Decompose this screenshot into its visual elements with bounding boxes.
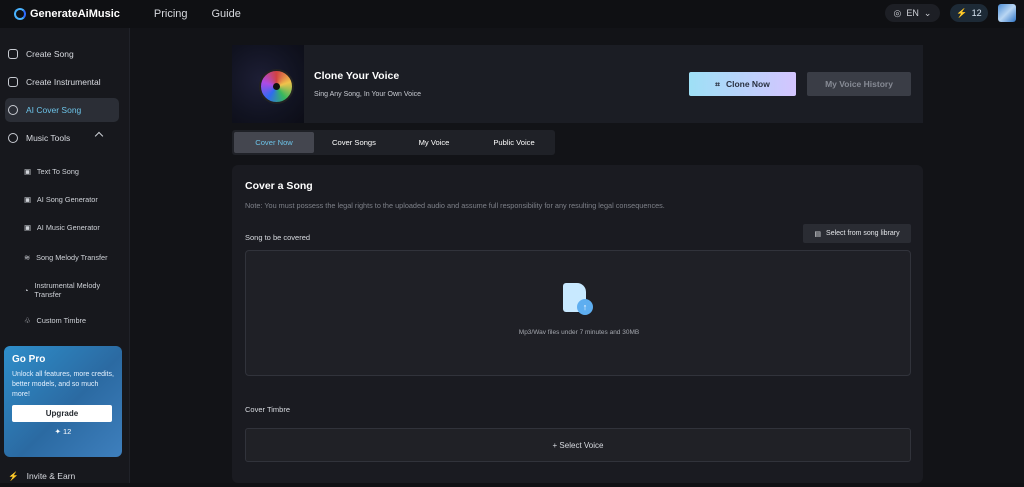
sidebar-item-label: Create Song bbox=[26, 49, 74, 59]
sidebar-item-ai-song-generator[interactable]: ▣ AI Song Generator bbox=[24, 188, 98, 210]
song-generator-icon: ▣ bbox=[24, 194, 31, 204]
instrument-icon bbox=[8, 77, 18, 87]
tab-public-voice[interactable]: Public Voice bbox=[474, 132, 554, 153]
music-note-icon bbox=[8, 49, 18, 59]
tab-cover-songs[interactable]: Cover Songs bbox=[314, 132, 394, 153]
sidebar-item-create-instrumental[interactable]: Create Instrumental bbox=[8, 71, 101, 93]
nav-pricing[interactable]: Pricing bbox=[154, 8, 188, 20]
avatar[interactable] bbox=[998, 4, 1016, 22]
vinyl-artwork bbox=[232, 45, 304, 123]
sidebar: Create Song Create Instrumental AI Cover… bbox=[0, 28, 130, 483]
lightning-icon: ⚡ bbox=[8, 470, 19, 481]
main-content: Clone Your Voice Sing Any Song, In Your … bbox=[130, 28, 1024, 483]
hero-title: Clone Your Voice bbox=[314, 70, 400, 82]
logo-icon bbox=[14, 8, 26, 20]
music-generator-icon: ▣ bbox=[24, 222, 31, 232]
sidebar-item-create-song[interactable]: Create Song bbox=[8, 43, 74, 65]
credit-count: 12 bbox=[971, 8, 982, 18]
chevron-down-icon: ⌄ bbox=[923, 7, 932, 18]
vinyl-disc-icon bbox=[259, 69, 294, 104]
sidebar-subitem-label: AI Music Generator bbox=[36, 222, 100, 232]
sidebar-subitem-label: Instrumental Melody Transfer bbox=[34, 281, 101, 299]
sidebar-item-ai-cover-song[interactable]: AI Cover Song bbox=[8, 99, 81, 121]
main-nav: Pricing Guide bbox=[154, 8, 241, 20]
sidebar-item-custom-timbre[interactable]: ♧ Custom Timbre bbox=[24, 309, 86, 331]
upload-icon: ↑ bbox=[577, 299, 593, 315]
sidebar-item-music-tools[interactable]: Music Tools bbox=[8, 127, 122, 149]
brand-name: GenerateAiMusic bbox=[30, 8, 120, 20]
sidebar-item-label: Music Tools bbox=[26, 133, 71, 143]
sidebar-item-ai-music-generator[interactable]: ▣ AI Music Generator bbox=[24, 216, 100, 238]
cover-tabs: Cover Now Cover Songs My Voice Public Vo… bbox=[232, 130, 555, 155]
sidebar-item-text-to-song[interactable]: ▣ Text To Song bbox=[24, 160, 79, 182]
lightning-icon: ⚡ bbox=[956, 7, 968, 18]
tab-my-voice[interactable]: My Voice bbox=[394, 132, 474, 153]
cover-song-icon bbox=[8, 105, 18, 115]
sidebar-item-invite-earn[interactable]: ⚡ Invite & Earn bbox=[8, 465, 75, 487]
instrumental-transfer-icon: ◔ bbox=[24, 285, 29, 295]
text-icon: ▣ bbox=[24, 166, 31, 176]
library-icon: ▤ bbox=[814, 230, 822, 238]
sidebar-item-label: Create Instrumental bbox=[26, 77, 101, 87]
go-pro-title: Go Pro bbox=[12, 354, 46, 365]
nav-guide[interactable]: Guide bbox=[212, 8, 241, 20]
top-navigation: GenerateAiMusic Pricing Guide ◎ EN ⌄ ⚡ 1… bbox=[0, 0, 1024, 28]
sidebar-item-label: Invite & Earn bbox=[26, 471, 76, 481]
top-actions: ◎ EN ⌄ ⚡ 12 bbox=[885, 4, 1016, 22]
go-pro-description: Unlock all features, more credits, bette… bbox=[12, 371, 114, 398]
sidebar-item-label: AI Cover Song bbox=[26, 105, 82, 115]
legal-note: Note: You must possess the legal rights … bbox=[245, 201, 665, 210]
brand-logo[interactable]: GenerateAiMusic bbox=[14, 8, 120, 20]
pro-credit-count: ✦ 12 bbox=[12, 427, 114, 436]
voice-history-button[interactable]: My Voice History bbox=[807, 72, 911, 96]
waveform-icon: ≋ bbox=[24, 252, 31, 262]
scan-icon: ⌗ bbox=[715, 78, 720, 89]
credit-balance[interactable]: ⚡ 12 bbox=[950, 4, 988, 22]
sidebar-subitem-label: Song Melody Transfer bbox=[36, 252, 108, 262]
sidebar-item-instrumental-melody-transfer[interactable]: ◔ Instrumental Melody Transfer bbox=[24, 279, 118, 301]
language-selector[interactable]: ◎ EN ⌄ bbox=[885, 4, 940, 22]
user-voice-icon: ♧ bbox=[24, 315, 31, 325]
sidebar-item-song-melody-transfer[interactable]: ≋ Song Melody Transfer bbox=[24, 246, 110, 268]
globe-icon: ◎ bbox=[893, 7, 902, 18]
language-code: EN bbox=[906, 8, 919, 18]
voice-clone-banner: Clone Your Voice Sing Any Song, In Your … bbox=[232, 45, 923, 123]
cover-song-card: Cover a Song Note: You must possess the … bbox=[232, 165, 923, 483]
sidebar-subitem-label: Custom Timbre bbox=[36, 315, 87, 325]
audio-upload-dropzone[interactable]: ↑ Mp3/Wav files under 7 minutes and 30MB bbox=[245, 250, 911, 376]
go-pro-card: Go Pro Unlock all features, more credits… bbox=[4, 346, 122, 457]
sidebar-subitem-label: Text To Song bbox=[36, 166, 79, 176]
cover-title: Cover a Song bbox=[245, 180, 313, 192]
song-to-cover-label: Song to be covered bbox=[245, 233, 311, 242]
pro-credit-value: 12 bbox=[63, 427, 72, 436]
sparkle-icon: ✦ bbox=[54, 427, 61, 436]
clone-now-label: Clone Now bbox=[725, 79, 770, 89]
song-library-label: Select from song library bbox=[826, 230, 900, 237]
hero-subtitle: Sing Any Song, In Your Own Voice bbox=[314, 91, 422, 98]
cover-timbre-label: Cover Timbre bbox=[245, 405, 291, 414]
upgrade-button[interactable]: Upgrade bbox=[12, 405, 112, 422]
song-library-button[interactable]: ▤ Select from song library bbox=[803, 224, 911, 243]
upload-requirements: Mp3/Wav files under 7 minutes and 30MB bbox=[518, 329, 640, 336]
tab-cover-now[interactable]: Cover Now bbox=[234, 132, 314, 153]
tools-icon bbox=[8, 133, 18, 143]
clone-now-button[interactable]: ⌗ Clone Now bbox=[689, 72, 796, 96]
select-voice-button[interactable]: + Select Voice bbox=[245, 428, 911, 462]
chevron-up-icon[interactable] bbox=[94, 131, 104, 141]
sidebar-subitem-label: AI Song Generator bbox=[36, 194, 98, 204]
